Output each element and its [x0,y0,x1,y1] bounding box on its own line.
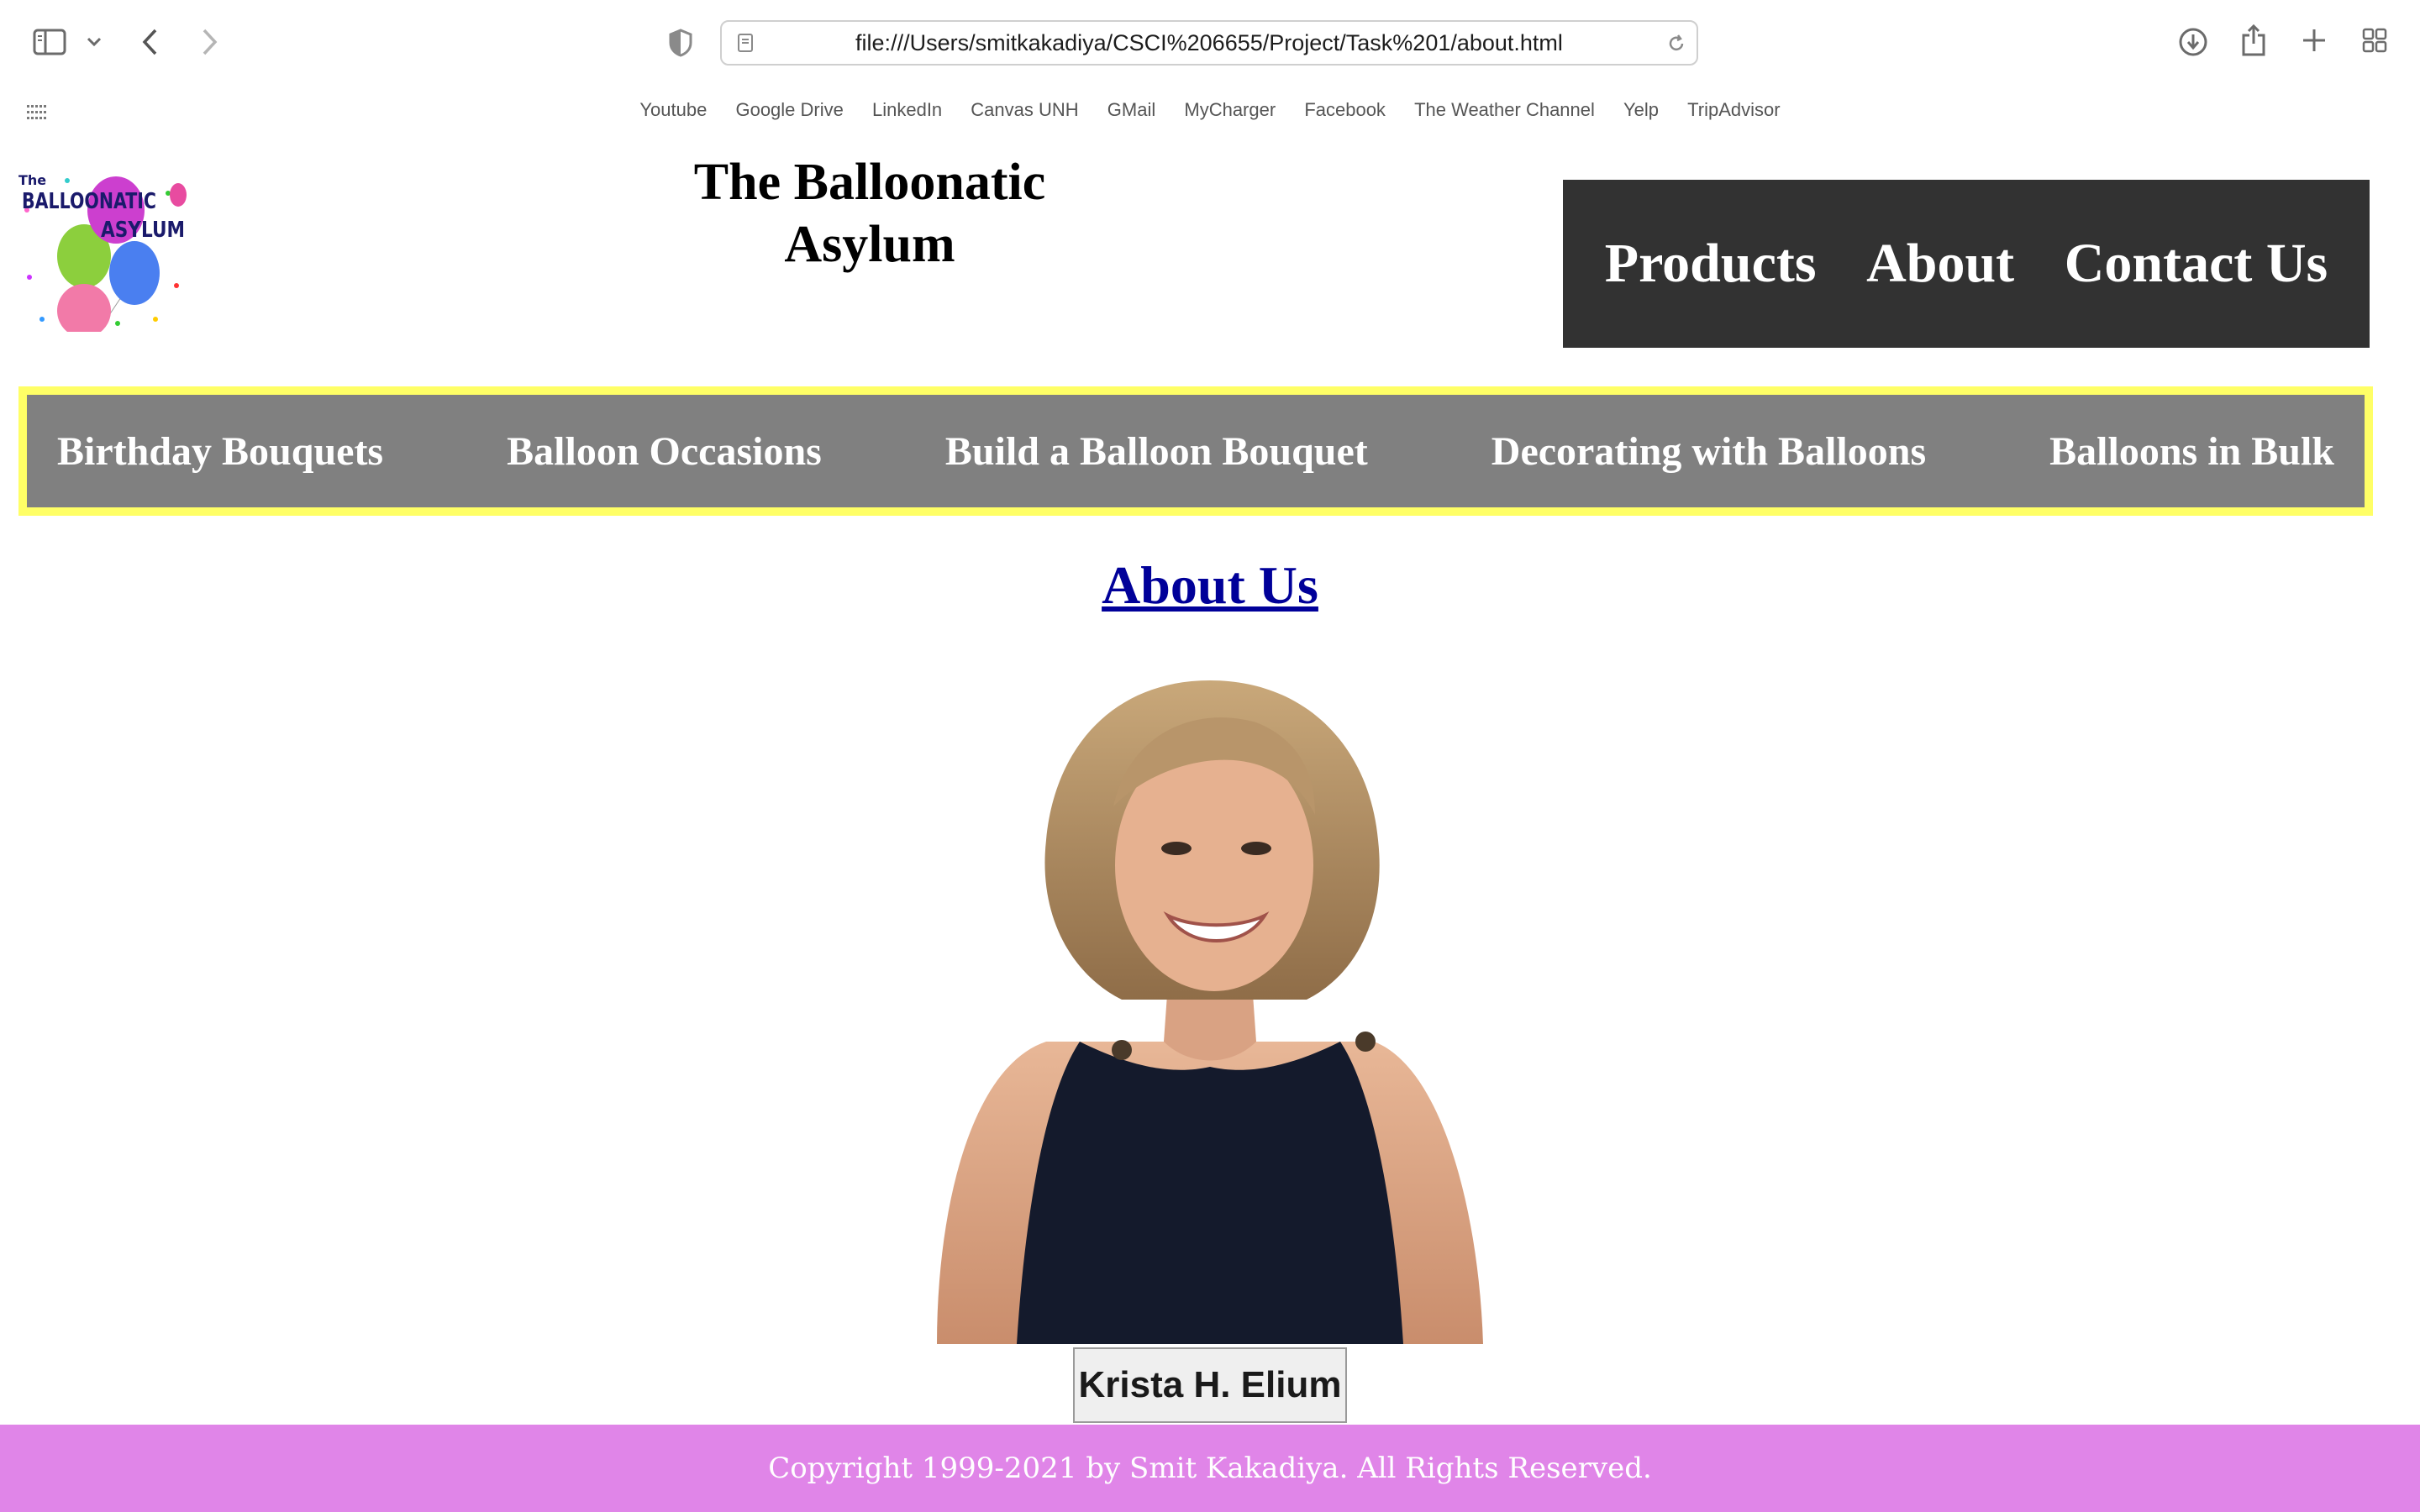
favorite-weather-channel[interactable]: The Weather Channel [1414,99,1595,120]
about-us-link[interactable]: About Us [1102,555,1318,615]
category-build-a-balloon-bouquet[interactable]: Build a Balloon Bouquet [945,428,1368,475]
favorites-list: Youtube Google Drive LinkedIn Canvas UNH… [0,99,2420,121]
logo-text-the: The [18,172,46,188]
favorite-google-drive[interactable]: Google Drive [735,99,843,120]
nav-about[interactable]: About [1866,232,2014,296]
category-birthday-bouquets[interactable]: Birthday Bouquets [57,428,383,475]
forward-icon[interactable] [197,25,222,59]
top-navigation: Products About Contact Us [1563,180,2370,348]
person-name-caption: Krista H. Elium [1073,1347,1347,1423]
favorite-canvas-unh[interactable]: Canvas UNH [971,99,1078,120]
category-decorating-with-balloons[interactable]: Decorating with Balloons [1491,428,1926,475]
tab-overview-icon[interactable] [2360,25,2390,55]
nav-contact-us[interactable]: Contact Us [2065,232,2328,296]
favorite-gmail[interactable]: GMail [1107,99,1155,120]
favorite-linkedin[interactable]: LinkedIn [872,99,942,120]
download-icon[interactable] [2176,25,2210,59]
browser-toolbar: file:///Users/smitkakadiya/CSCI%206655/P… [0,0,2420,88]
footer-copyright: Copyright 1999-2021 by Smit Kakadiya. Al… [0,1425,2420,1512]
sidebar-toggle-icon[interactable] [32,27,67,57]
logo-text-balloonatic: BALLOONATIC [22,189,156,214]
favorite-tripadvisor[interactable]: TripAdvisor [1687,99,1780,120]
favorite-youtube[interactable]: Youtube [639,99,707,120]
favorites-bar: Youtube Google Drive LinkedIn Canvas UNH… [0,87,2420,134]
address-bar[interactable]: file:///Users/smitkakadiya/CSCI%206655/P… [720,20,1698,66]
favorite-mycharger[interactable]: MyCharger [1184,99,1276,120]
reload-icon[interactable] [1665,32,1688,55]
chevron-down-icon[interactable] [84,32,104,52]
staff-photo [920,672,1496,1344]
favorite-facebook[interactable]: Facebook [1304,99,1386,120]
page-heading: About Us [0,554,2420,617]
site-logo[interactable]: The BALLOONATIC ASYLUM [17,160,189,338]
url-text[interactable]: file:///Users/smitkakadiya/CSCI%206655/P… [722,22,1697,64]
privacy-shield-icon[interactable] [666,27,696,59]
category-balloons-in-bulk[interactable]: Balloons in Bulk [2049,428,2334,475]
site-title: The Balloonatic Asylum [693,154,1046,273]
nav-products[interactable]: Products [1605,232,1817,296]
new-tab-icon[interactable] [2299,25,2329,55]
logo-text-asylum: ASYLUM [101,218,185,243]
back-icon[interactable] [138,25,163,59]
favorite-yelp[interactable]: Yelp [1623,99,1659,120]
share-icon[interactable] [2238,22,2269,59]
category-balloon-occasions[interactable]: Balloon Occasions [507,428,822,475]
category-navigation: Birthday Bouquets Balloon Occasions Buil… [18,386,2373,516]
